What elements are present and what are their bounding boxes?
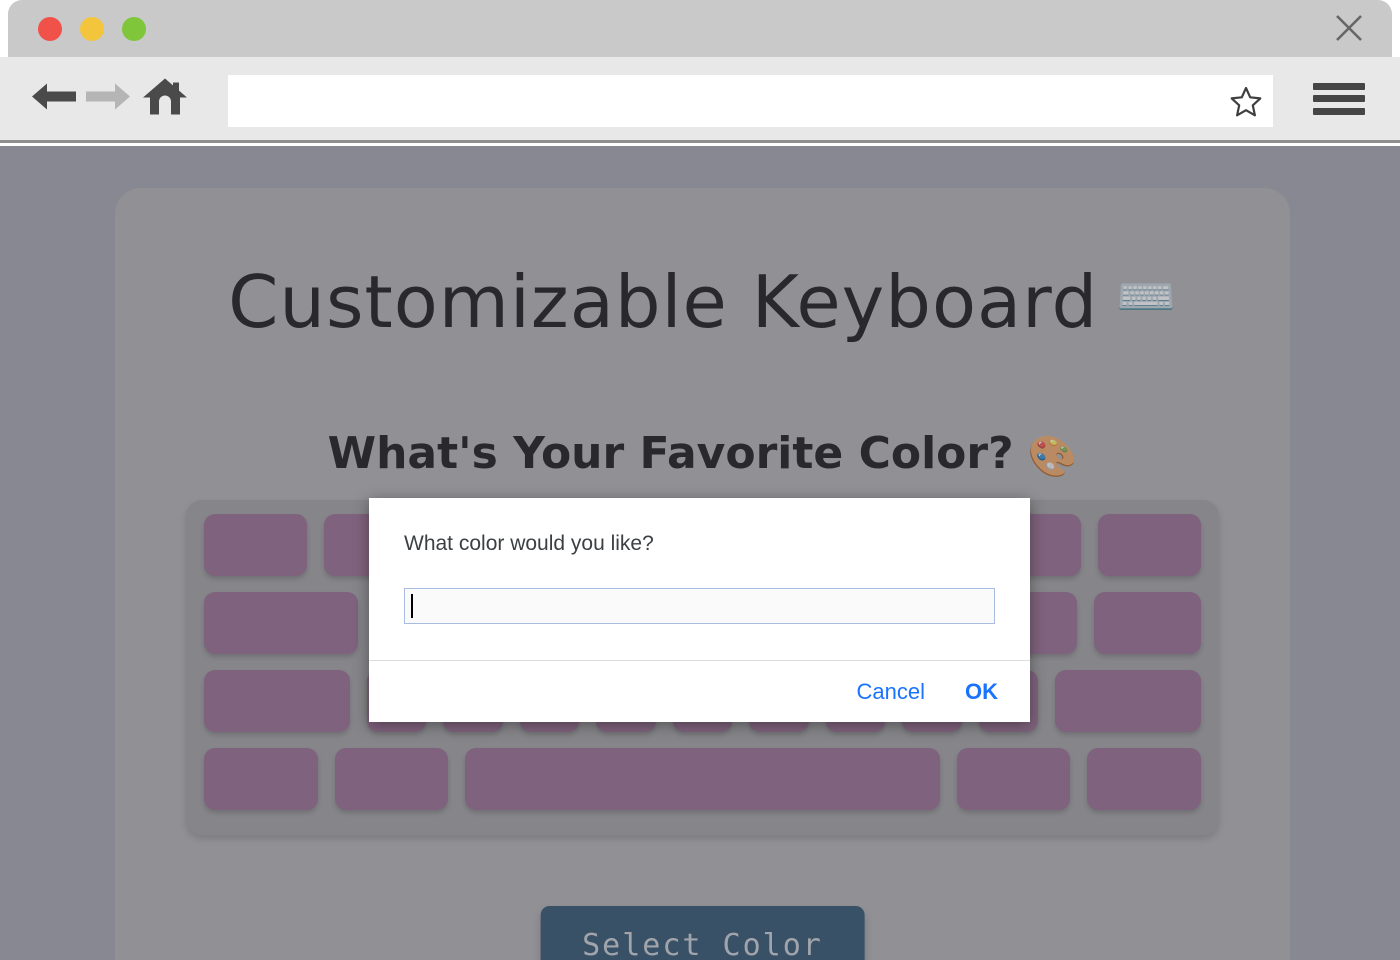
url-input[interactable] — [228, 75, 1213, 127]
prompt-dialog: What color would you like? Cancel OK — [369, 498, 1030, 722]
dialog-footer: Cancel OK — [369, 660, 1030, 722]
dialog-input-wrapper — [404, 588, 995, 624]
home-icon[interactable] — [142, 74, 188, 123]
window-minimize-dot[interactable] — [80, 17, 104, 41]
star-icon[interactable] — [1229, 85, 1263, 119]
address-bar[interactable] — [228, 75, 1273, 127]
close-icon[interactable] — [1332, 11, 1366, 45]
ok-button[interactable]: OK — [963, 675, 1000, 709]
hamburger-line-1 — [1313, 82, 1365, 90]
window-close-dot[interactable] — [38, 17, 62, 41]
forward-arrow-icon[interactable] — [84, 76, 132, 121]
browser-window: Customizable Keyboard ⌨️ What's Your Favo… — [0, 0, 1400, 960]
dialog-message: What color would you like? — [404, 532, 654, 555]
cancel-button[interactable]: Cancel — [855, 675, 927, 709]
window-maximize-dot[interactable] — [122, 17, 146, 41]
hamburger-menu-icon[interactable] — [1313, 79, 1365, 119]
dialog-text-input[interactable] — [404, 588, 995, 624]
back-arrow-icon[interactable] — [30, 76, 78, 121]
dialog-body: What color would you like? — [369, 498, 1030, 660]
hamburger-line-2 — [1313, 95, 1365, 102]
text-cursor-icon — [411, 594, 413, 618]
browser-toolbar — [0, 57, 1400, 143]
hamburger-line-3 — [1313, 107, 1365, 115]
window-titlebar — [8, 0, 1392, 57]
traffic-light-group — [38, 17, 146, 41]
